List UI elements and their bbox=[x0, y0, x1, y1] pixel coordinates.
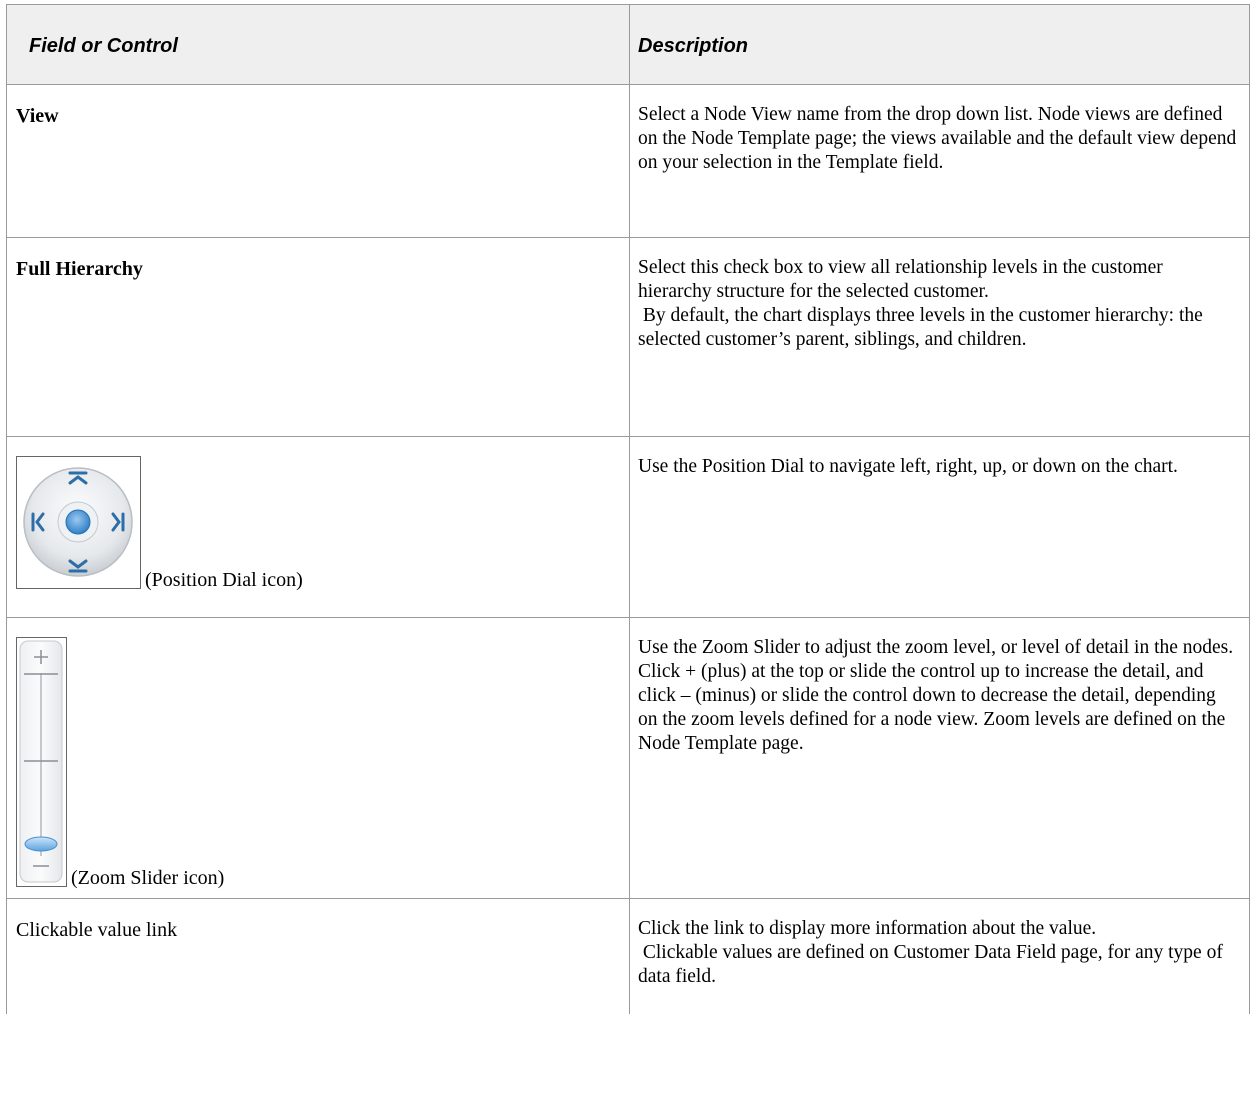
field-description: Use the Zoom Slider to adjust the zoom l… bbox=[638, 637, 1234, 754]
table-row: (Zoom Slider icon) Use the Zoom Slider t… bbox=[6, 617, 1250, 899]
table-header-row: Field or Control Description bbox=[6, 4, 1250, 85]
field-description: Click the link to display more informati… bbox=[638, 918, 1223, 987]
field-description: Select this check box to view all relati… bbox=[638, 257, 1203, 350]
field-name: Clickable value link bbox=[16, 919, 178, 941]
field-cell: (Zoom Slider icon) bbox=[6, 617, 630, 899]
zoom-slider-icon bbox=[16, 637, 67, 887]
field-name: Full Hierarchy bbox=[16, 258, 143, 280]
field-cell: (Position Dial icon) bbox=[6, 436, 630, 618]
zoom-slider-caption: (Zoom Slider icon) bbox=[71, 867, 225, 889]
header-field-or-control: Field or Control bbox=[6, 4, 630, 85]
field-description: Use the Position Dial to navigate left, … bbox=[638, 456, 1178, 477]
description-cell: Click the link to display more informati… bbox=[629, 898, 1250, 1014]
table-row: Full Hierarchy Select this check box to … bbox=[6, 237, 1250, 437]
field-cell: View bbox=[6, 84, 630, 238]
position-dial-icon bbox=[16, 456, 141, 589]
field-cell: Full Hierarchy bbox=[6, 237, 630, 437]
field-name: View bbox=[16, 105, 59, 127]
description-cell: Select this check box to view all relati… bbox=[629, 237, 1250, 437]
description-cell: Use the Position Dial to navigate left, … bbox=[629, 436, 1250, 618]
description-cell: Select a Node View name from the drop do… bbox=[629, 84, 1250, 238]
field-description: Select a Node View name from the drop do… bbox=[638, 104, 1237, 173]
field-cell: Clickable value link bbox=[6, 898, 630, 1014]
field-description-table: Field or Control Description View Select… bbox=[6, 4, 1250, 1014]
table-row: View Select a Node View name from the dr… bbox=[6, 84, 1250, 238]
table-row: (Position Dial icon) Use the Position Di… bbox=[6, 436, 1250, 618]
header-description: Description bbox=[629, 4, 1250, 85]
position-dial-caption: (Position Dial icon) bbox=[145, 569, 303, 591]
table-row: Clickable value link Click the link to d… bbox=[6, 898, 1250, 1014]
description-cell: Use the Zoom Slider to adjust the zoom l… bbox=[629, 617, 1250, 899]
